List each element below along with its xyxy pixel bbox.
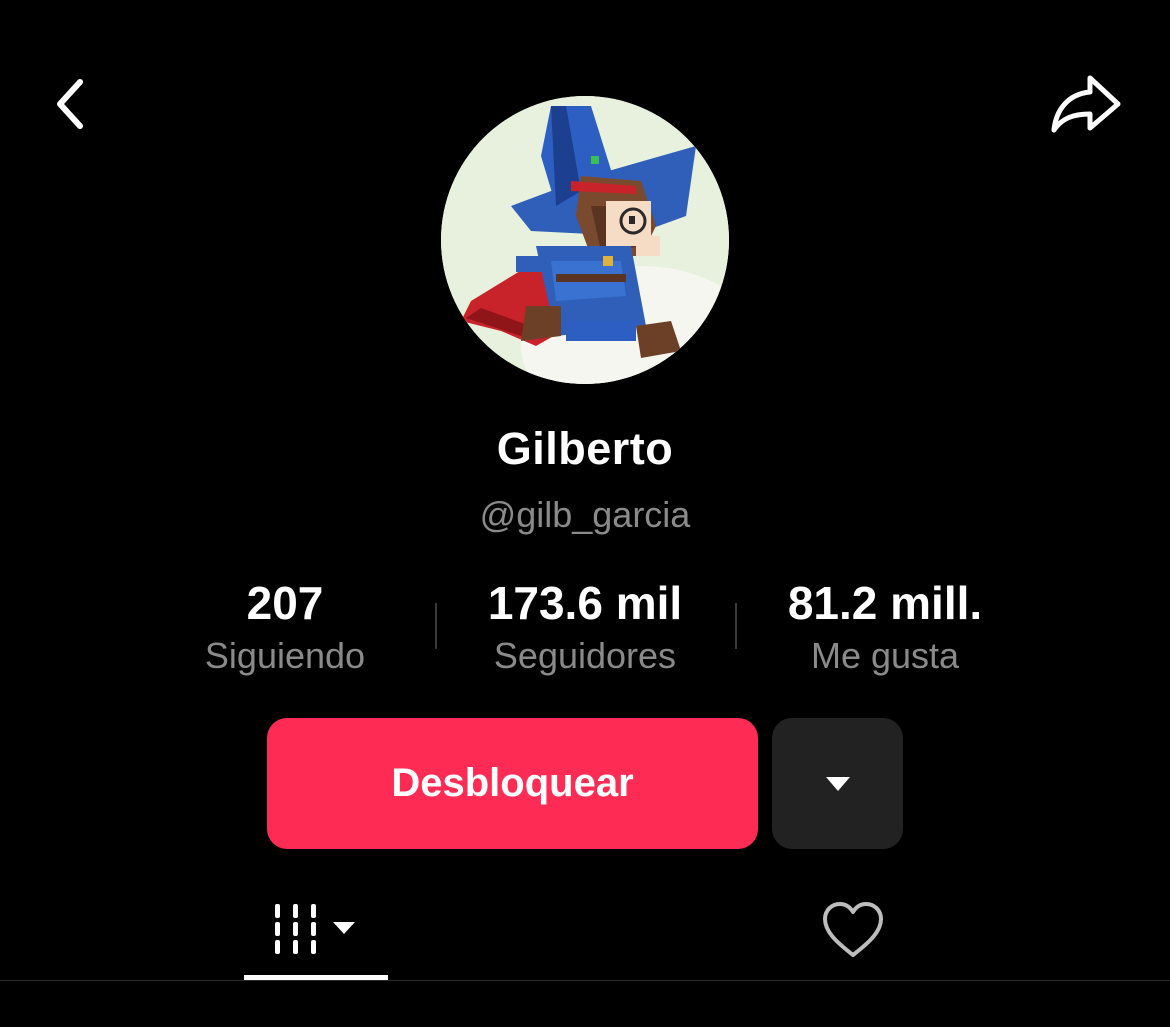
- stat-following[interactable]: 207 Siguiendo: [135, 575, 435, 681]
- pixel-art-wizard-avatar: [441, 96, 729, 384]
- heart-outline-icon: [823, 902, 883, 957]
- stat-value: 81.2 mill.: [787, 577, 983, 629]
- stat-label: Seguidores: [493, 635, 677, 676]
- share-arrow-icon: [1051, 75, 1121, 133]
- caret-down-icon: [825, 776, 850, 791]
- back-button[interactable]: [40, 72, 100, 136]
- stat-label: Me gusta: [810, 635, 960, 676]
- share-button[interactable]: [1046, 70, 1126, 138]
- tab-videos[interactable]: [244, 880, 388, 980]
- profile-stats: 207 Siguiendo 173.6 mil Seguidores 81.2 …: [135, 575, 1035, 685]
- stat-divider: [735, 603, 737, 649]
- profile-screen: Gilberto @gilb_garcia 207 Siguiendo 173.…: [0, 0, 1170, 1027]
- stat-value: 207: [246, 577, 324, 629]
- stat-likes: 81.2 mill. Me gusta: [735, 575, 1035, 681]
- avatar[interactable]: [441, 96, 729, 384]
- stat-value: 173.6 mil: [487, 577, 683, 629]
- chevron-left-icon: [57, 79, 83, 129]
- video-grid-icon: [275, 904, 355, 954]
- unblock-button[interactable]: Desbloquear: [267, 718, 758, 849]
- display-name: Gilberto: [496, 423, 674, 474]
- more-options-button[interactable]: [772, 718, 903, 849]
- tab-liked[interactable]: [783, 880, 923, 980]
- stat-divider: [435, 603, 437, 649]
- tabs-divider: [0, 980, 1170, 981]
- stat-label: Siguiendo: [204, 635, 366, 676]
- stat-followers[interactable]: 173.6 mil Seguidores: [435, 575, 735, 681]
- username-handle: @gilb_garcia: [479, 494, 691, 535]
